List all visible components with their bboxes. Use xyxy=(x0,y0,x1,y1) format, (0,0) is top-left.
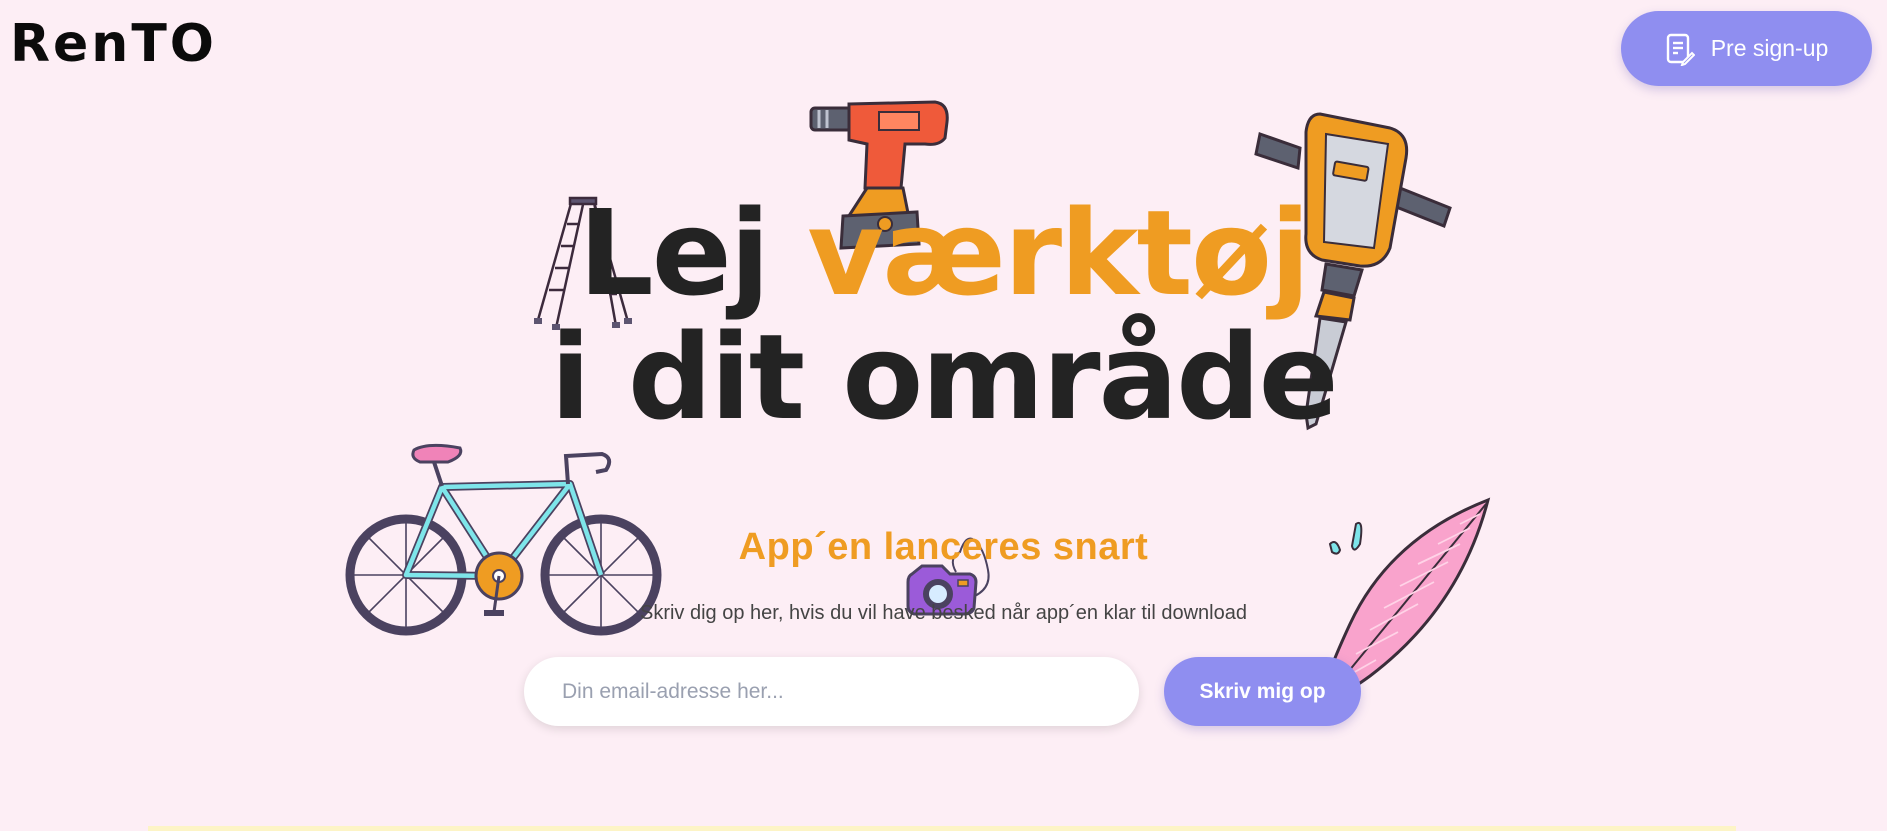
pre-signup-button[interactable]: Pre sign-up xyxy=(1621,11,1872,86)
document-edit-icon xyxy=(1666,33,1695,66)
bottom-banner-edge xyxy=(148,826,1736,831)
pre-signup-label: Pre sign-up xyxy=(1710,35,1829,61)
logo[interactable]: RenTO xyxy=(10,14,217,74)
hero-accent-word: værktøj xyxy=(807,184,1310,322)
hero-line-1: Lej værktøj xyxy=(0,194,1887,312)
launch-subtitle: App´en lanceres snart xyxy=(738,526,1149,568)
signup-description: Skriv dig op her, hvis du vil have beske… xyxy=(639,602,1247,624)
submit-button[interactable]: Skriv mig op xyxy=(1164,657,1361,726)
hero-line-1-start: Lej xyxy=(578,184,771,322)
email-input[interactable] xyxy=(524,657,1139,726)
hero-line-2: i dit område xyxy=(550,308,1338,446)
